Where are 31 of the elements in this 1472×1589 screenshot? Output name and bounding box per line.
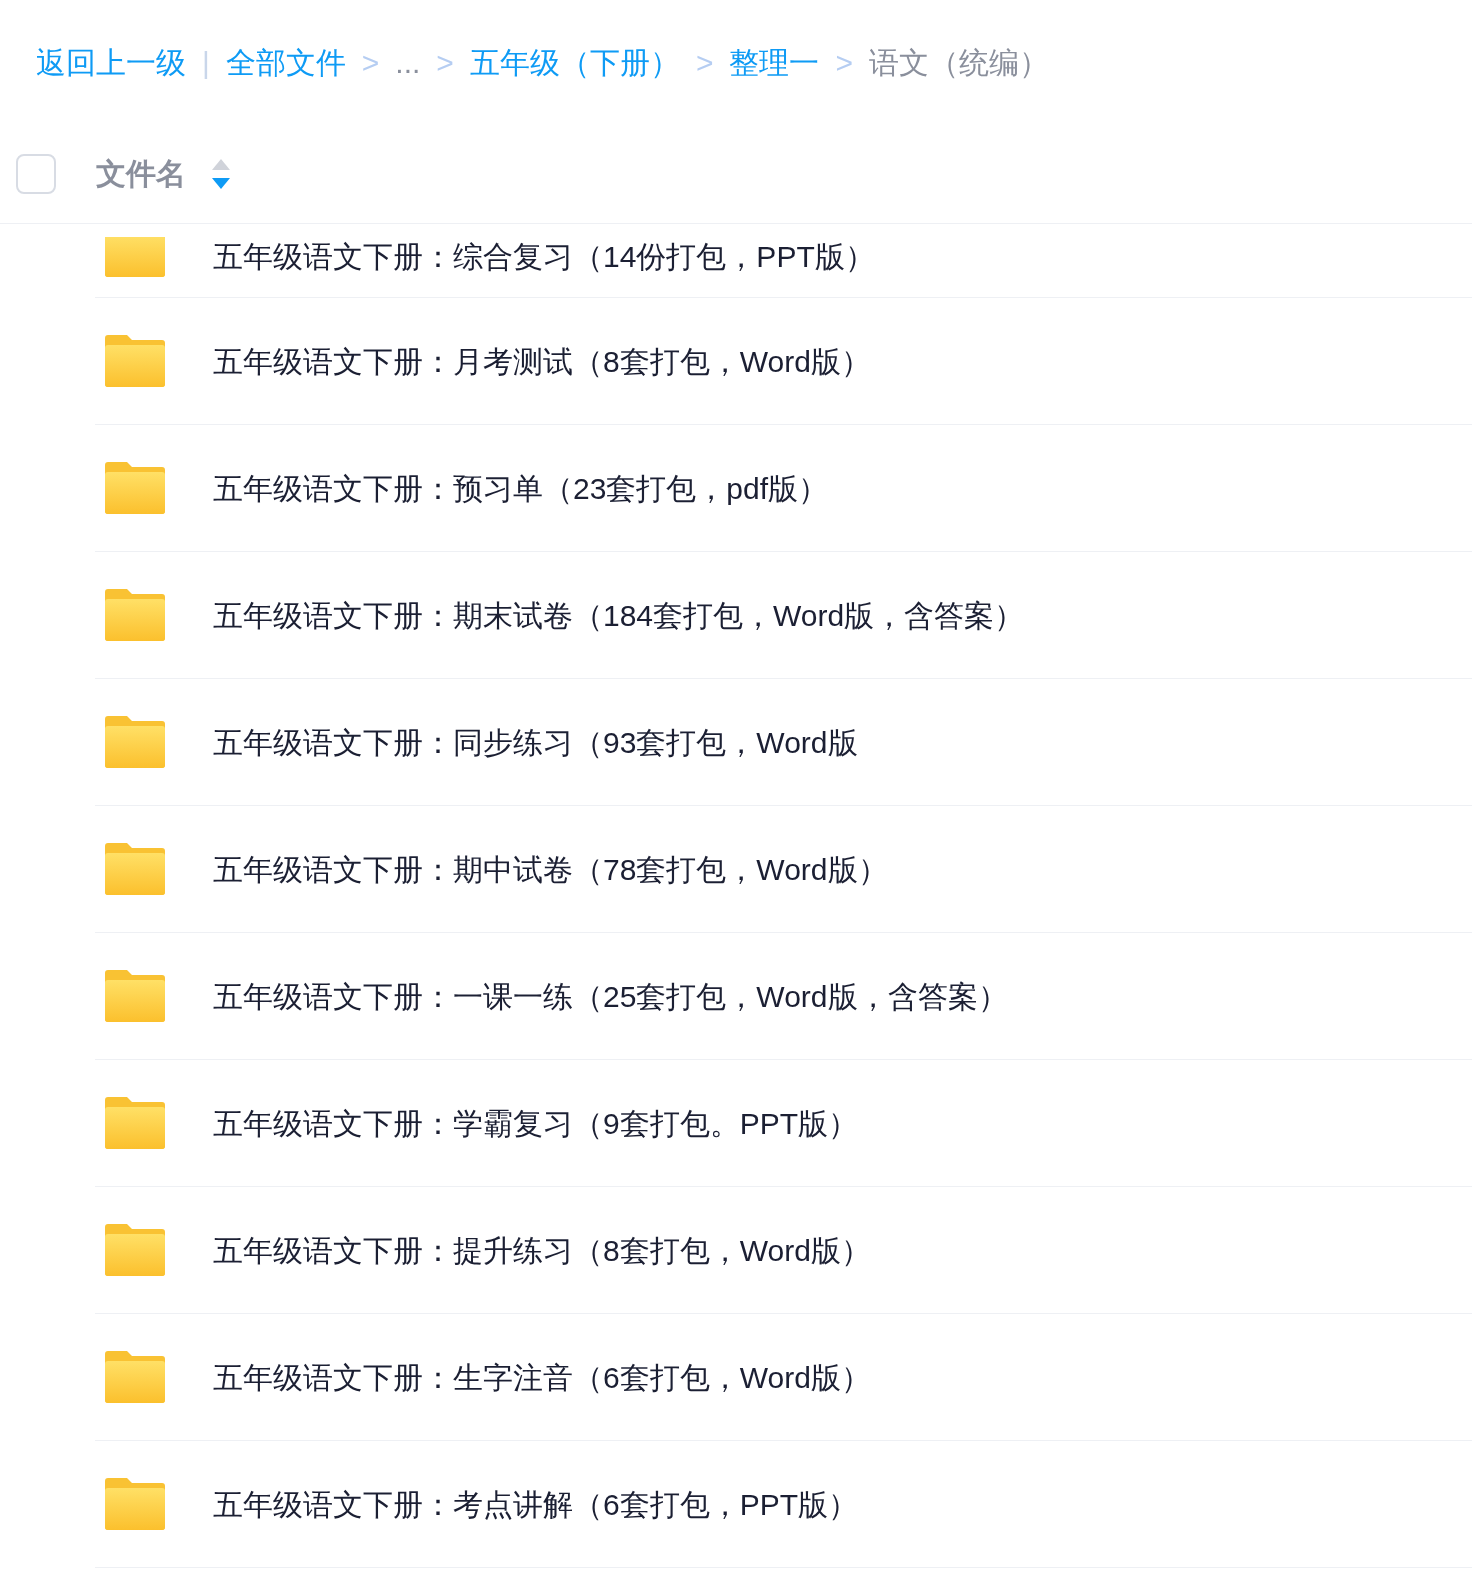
folder-icon (105, 1224, 165, 1276)
folder-name[interactable]: 五年级语文下册：综合复习（14份打包，PPT版） (213, 234, 875, 279)
folder-name[interactable]: 五年级语文下册：月考测试（8套打包，Word版） (213, 338, 871, 384)
folder-icon (105, 462, 165, 514)
folder-name[interactable]: 五年级语文下册：一课一练（25套打包，Word版，含答案） (213, 973, 1008, 1019)
select-all-checkbox[interactable] (16, 153, 56, 194)
current-folder: 语文（统编） (868, 44, 1049, 81)
separator: | (201, 44, 211, 81)
folder-name[interactable]: 五年级语文下册：预习单（23套打包，pdf版） (213, 465, 829, 511)
folder-name[interactable]: 五年级语文下册：考点讲解（6套打包，PPT版） (213, 1481, 859, 1527)
separator: > (834, 44, 854, 81)
folder-name[interactable]: 五年级语文下册：提升练习（8套打包，Word版） (213, 1227, 871, 1273)
folder-icon (105, 236, 165, 277)
folder-icon (105, 970, 165, 1022)
folder-name[interactable]: 五年级语文下册：学霸复习（9套打包。PPT版） (213, 1100, 859, 1146)
ellipsis: ... (395, 44, 421, 81)
folder-icon (105, 1478, 165, 1530)
separator: > (694, 44, 715, 81)
folder-name[interactable]: 五年级语文下册：同步练习（93套打包，Word版 (213, 719, 858, 765)
folder-name[interactable]: 五年级语文下册：生字注音（6套打包，Word版） (213, 1354, 871, 1400)
folder-name[interactable]: 五年级语文下册：期末试卷（184套打包，Word版，含答案） (213, 592, 1025, 638)
folder-icon (105, 335, 165, 387)
folder-icon (105, 843, 165, 895)
sort-icon[interactable] (212, 158, 230, 189)
folder-icon (105, 589, 165, 641)
folder-name[interactable]: 五年级语文下册：期中试卷（78套打包，Word版） (213, 846, 888, 892)
separator: > (435, 44, 455, 81)
separator: > (360, 44, 381, 81)
folder-icon (105, 1351, 165, 1403)
folder-icon (105, 1097, 165, 1149)
folder-icon (105, 716, 165, 768)
